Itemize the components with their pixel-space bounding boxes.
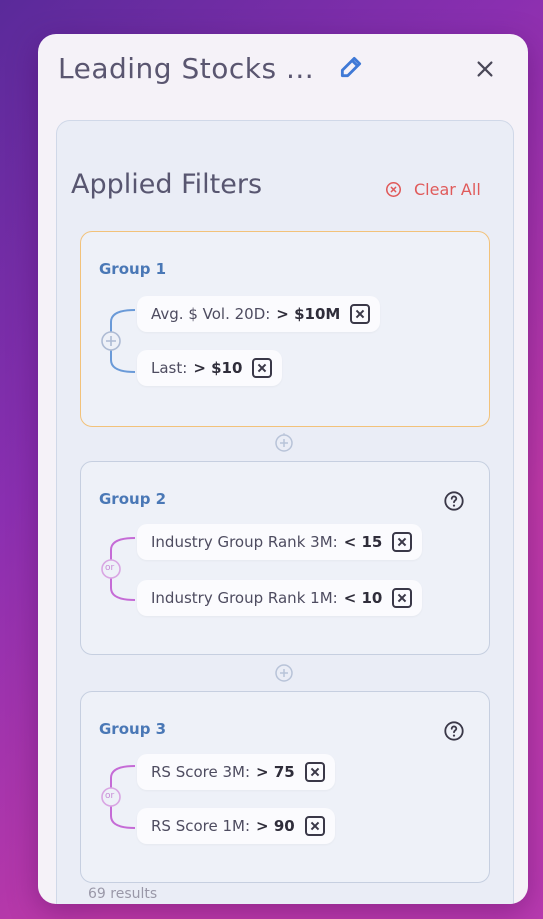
filter-chip-last: Last: > $10 <box>137 350 283 386</box>
clear-circle-icon <box>385 181 402 197</box>
filter-chip-avg-vol: Avg. $ Vol. 20D: > $10M <box>137 296 381 332</box>
question-circle-icon[interactable] <box>443 720 465 742</box>
or-connector <box>101 537 136 601</box>
group-2-title: Group 2 <box>99 490 167 508</box>
results-count: 69 results <box>88 886 158 902</box>
filter-value: < 15 <box>343 533 383 551</box>
filter-chip-industry-1m: Industry Group Rank 1M: < 10 <box>137 580 423 616</box>
applied-filters-section: Applied Filters Clear All Group 1 Avg. $… <box>56 120 514 904</box>
group-1-title: Group 1 <box>99 260 167 278</box>
filter-label: Avg. $ Vol. 20D: <box>151 305 271 323</box>
and-connector <box>101 309 136 373</box>
question-circle-icon[interactable] <box>443 490 465 512</box>
add-group-plus-icon[interactable] <box>274 433 294 453</box>
clear-all-label: Clear All <box>414 179 481 199</box>
filter-label: Industry Group Rank 1M: <box>151 589 338 607</box>
filter-value: > 90 <box>256 817 295 835</box>
clear-all-button[interactable]: Clear All <box>385 177 481 201</box>
panel-title: Leading Stocks ... <box>58 52 315 85</box>
filter-label: RS Score 3M: <box>151 763 251 781</box>
leading-stocks-panel: Leading Stocks ... Applied Filters Clear… <box>38 34 528 904</box>
filter-group-2: Group 2 or Industry Group Rank 3M: < 15 … <box>80 461 490 655</box>
or-connector <box>101 765 136 829</box>
close-icon[interactable] <box>474 58 496 80</box>
add-group-plus-icon[interactable] <box>274 663 294 683</box>
filter-chip-rs-3m: RS Score 3M: > 75 <box>137 754 335 790</box>
or-operator-label: or <box>105 563 115 573</box>
applied-filters-title: Applied Filters <box>71 169 263 200</box>
remove-filter-icon[interactable] <box>392 532 413 552</box>
remove-filter-icon[interactable] <box>304 762 325 782</box>
filter-value: > $10M <box>276 305 341 323</box>
remove-filter-icon[interactable] <box>350 304 371 324</box>
filter-chip-rs-1m: RS Score 1M: > 90 <box>137 808 335 844</box>
filter-chip-industry-3m: Industry Group Rank 3M: < 15 <box>137 524 423 560</box>
panel-header: Leading Stocks ... <box>38 34 528 114</box>
or-operator-label: or <box>105 791 115 801</box>
filter-value: > $10 <box>193 359 243 377</box>
filter-label: Industry Group Rank 3M: <box>151 533 338 551</box>
filter-label: Last: <box>151 359 188 377</box>
remove-filter-icon[interactable] <box>252 358 273 378</box>
filter-label: RS Score 1M: <box>151 817 251 835</box>
remove-filter-icon[interactable] <box>304 816 325 836</box>
filter-value: > 75 <box>256 763 295 781</box>
filter-value: < 10 <box>343 589 383 607</box>
remove-filter-icon[interactable] <box>392 588 413 608</box>
filter-group-3: Group 3 or RS Score 3M: > 75 RS Score 1M… <box>80 691 490 883</box>
edit-icon[interactable] <box>338 54 364 80</box>
group-3-title: Group 3 <box>99 720 167 738</box>
filter-group-1: Group 1 Avg. $ Vol. 20D: > $10M Last: > … <box>80 231 490 427</box>
